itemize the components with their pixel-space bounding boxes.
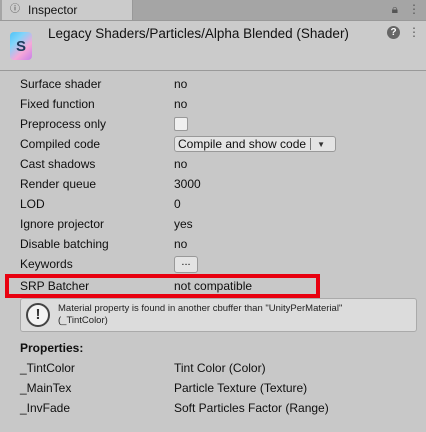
- row-label: Disable batching: [20, 237, 109, 251]
- row-label: Cast shadows: [20, 157, 96, 171]
- row-lod: LOD 0: [20, 194, 181, 214]
- srp-batcher-highlight: [5, 274, 320, 298]
- tab-label: Inspector: [28, 3, 78, 17]
- row-label: Compiled code: [20, 137, 101, 151]
- row-compiled-code: Compiled code Compile and show code ▼: [20, 134, 336, 154]
- compile-show-code-dropdown[interactable]: Compile and show code ▼: [174, 136, 336, 152]
- row-label: Preprocess only: [20, 117, 107, 131]
- help-icon[interactable]: ?: [387, 26, 400, 39]
- chevron-down-icon[interactable]: ▼: [317, 140, 325, 149]
- row-label: Surface shader: [20, 77, 102, 91]
- row-value: 0: [174, 197, 181, 211]
- row-label: Keywords: [20, 257, 73, 271]
- tab-actions: 🔒︎ ⋮: [392, 2, 420, 17]
- row-label: Ignore projector: [20, 217, 105, 231]
- helpbox-line-1: Material property is found in another cb…: [58, 303, 343, 314]
- row-cast-shadows: Cast shadows no: [20, 154, 187, 174]
- helpbox-line-2: (_TintColor): [58, 315, 108, 326]
- keywords-button[interactable]: ...: [174, 255, 198, 273]
- tab-bar: ⓘ Inspector 🔒︎ ⋮: [0, 0, 426, 21]
- row-label: Render queue: [20, 177, 97, 191]
- row-preprocess-only: Preprocess only: [20, 114, 188, 134]
- shader-icon: S: [10, 32, 32, 60]
- row-value: 3000: [174, 177, 201, 191]
- helpbox-text: Material property is found in another cb…: [58, 303, 413, 327]
- property-row: _TintColor Tint Color (Color): [20, 358, 266, 378]
- menu-icon[interactable]: ⋮: [408, 2, 420, 17]
- row-value: no: [174, 97, 188, 111]
- row-value: no: [174, 77, 188, 91]
- properties-heading: Properties:: [20, 341, 84, 355]
- row-value: no: [174, 237, 188, 251]
- row-fixed-function: Fixed function no: [20, 94, 187, 114]
- lock-icon[interactable]: 🔒︎: [392, 2, 398, 17]
- header-actions: ? ⋮: [387, 26, 420, 39]
- tab-inspector[interactable]: ⓘ Inspector: [2, 0, 133, 20]
- row-surface-shader: Surface shader no: [20, 74, 187, 94]
- property-row: _MainTex Particle Texture (Texture): [20, 378, 307, 398]
- property-desc: Soft Particles Factor (Range): [174, 401, 329, 415]
- dropdown-label: Compile and show code: [178, 137, 307, 151]
- inspector-header: S Legacy Shaders/Particles/Alpha Blended…: [0, 21, 426, 71]
- dropdown-separator: [310, 138, 312, 150]
- row-render-queue: Render queue 3000: [20, 174, 201, 194]
- property-row: _InvFade Soft Particles Factor (Range): [20, 398, 329, 418]
- row-value: yes: [174, 217, 193, 231]
- inspector-content: Surface shader no Fixed function no Prep…: [0, 71, 426, 432]
- property-name: _TintColor: [20, 361, 75, 375]
- page-title: Legacy Shaders/Particles/Alpha Blended (…: [48, 26, 349, 41]
- row-label: Fixed function: [20, 97, 95, 111]
- row-ignore-projector: Ignore projector yes: [20, 214, 193, 234]
- property-desc: Particle Texture (Texture): [174, 381, 308, 395]
- property-name: _MainTex: [20, 381, 72, 395]
- property-name: _InvFade: [20, 401, 71, 415]
- info-icon: ⓘ: [10, 4, 20, 15]
- preprocess-only-checkbox[interactable]: [174, 117, 188, 131]
- warning-helpbox: ! Material property is found in another …: [20, 298, 417, 332]
- warning-icon: !: [26, 303, 50, 327]
- row-value: no: [174, 157, 188, 171]
- settings-menu-icon[interactable]: ⋮: [408, 26, 420, 39]
- row-keywords: Keywords ...: [20, 254, 198, 274]
- row-disable-batching: Disable batching no: [20, 234, 187, 254]
- row-label: LOD: [20, 197, 45, 211]
- property-desc: Tint Color (Color): [174, 361, 266, 375]
